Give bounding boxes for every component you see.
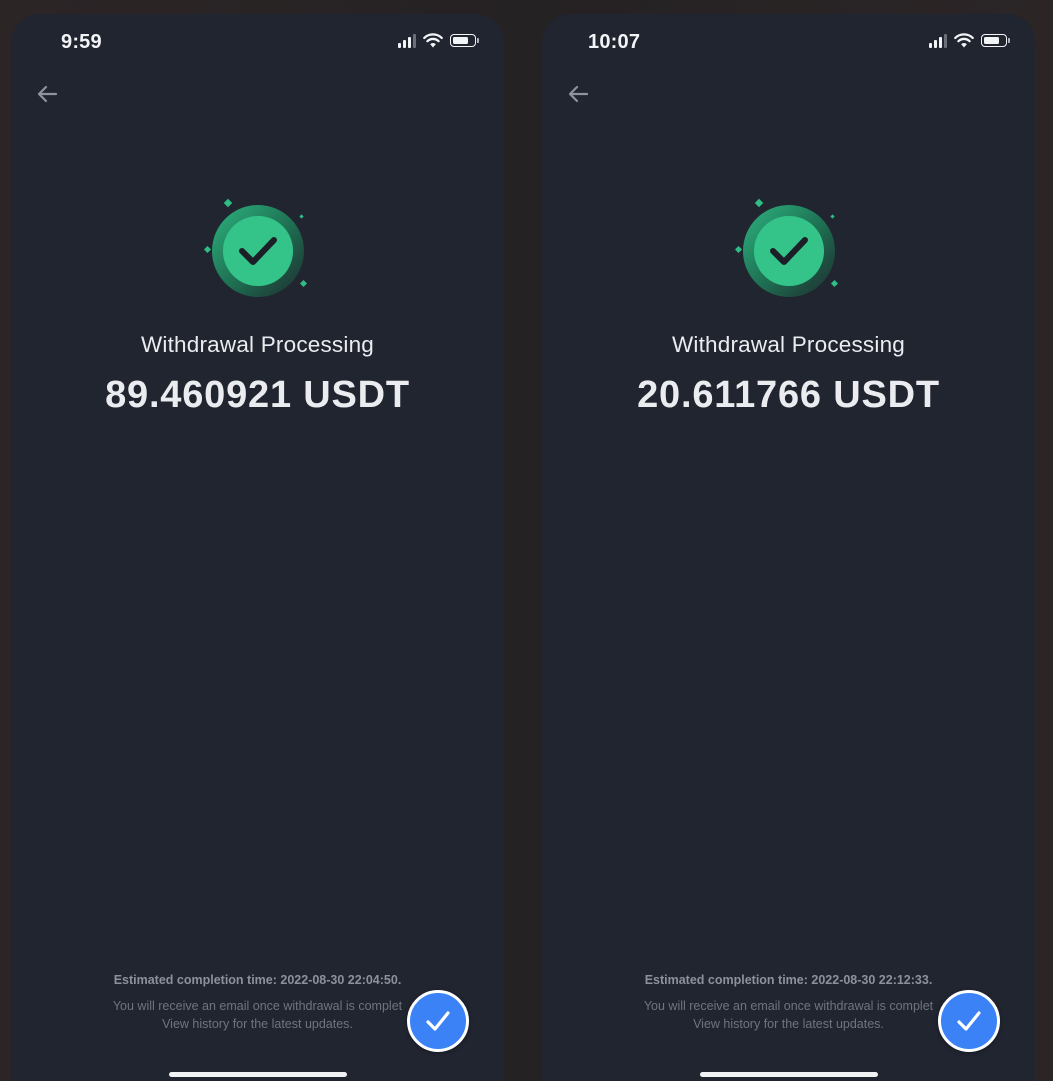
- estimated-completion-text: Estimated completion time: 2022-08-30 22…: [644, 973, 933, 987]
- success-check-icon: [203, 198, 307, 297]
- status-bar-time: 9:59: [61, 31, 102, 53]
- home-indicator[interactable]: [168, 1072, 347, 1077]
- battery-icon: [450, 34, 479, 47]
- back-arrow-icon[interactable]: [566, 82, 590, 106]
- status-bar-time: 10:07: [588, 31, 641, 53]
- success-check-icon: [734, 198, 838, 297]
- battery-icon: [981, 34, 1010, 47]
- status-bar-icons: [929, 33, 1010, 48]
- comparison-stage: 9:59 Withdrawal Processing 89.460921 USD…: [0, 0, 1053, 1081]
- phone-screen-right: 10:07 Withdrawal Processing 20.611766 US…: [542, 14, 1035, 1081]
- wifi-icon: [954, 33, 974, 48]
- cellular-signal-icon: [929, 33, 947, 48]
- withdrawal-amount: 20.611766 USDT: [637, 374, 940, 416]
- status-bar-icons: [398, 33, 479, 48]
- cellular-signal-icon: [398, 33, 416, 48]
- phone-screen-left: 9:59 Withdrawal Processing 89.460921 USD…: [11, 14, 504, 1081]
- withdrawal-status-title: Withdrawal Processing: [671, 332, 906, 357]
- back-arrow-icon[interactable]: [35, 82, 59, 106]
- verified-check-icon: [407, 990, 469, 1052]
- home-indicator[interactable]: [699, 1072, 878, 1077]
- withdrawal-amount: 89.460921 USDT: [105, 374, 410, 416]
- wifi-icon: [423, 33, 443, 48]
- withdrawal-status-title: Withdrawal Processing: [140, 332, 375, 357]
- estimated-completion-text: Estimated completion time: 2022-08-30 22…: [113, 973, 402, 987]
- verified-check-icon: [938, 990, 1000, 1052]
